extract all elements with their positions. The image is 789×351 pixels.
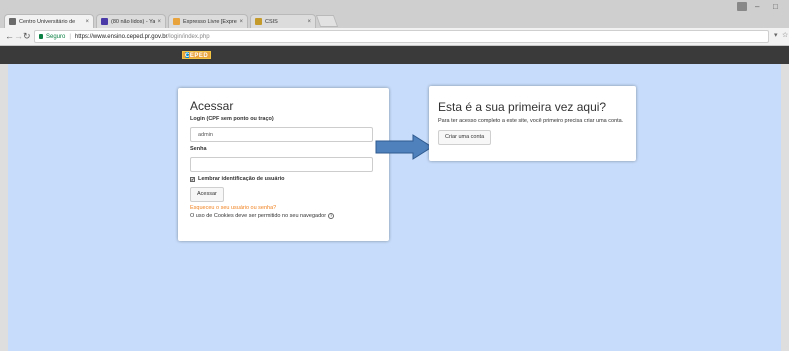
maximize-icon[interactable]: □ [773,2,778,11]
url-field[interactable]: Seguro | https://www.ensino.ceped.pr.gov… [34,30,769,43]
extension-icon[interactable]: ▾ [774,31,778,39]
username-input[interactable]: admin [190,127,373,142]
right-arrow-icon [375,134,433,160]
tab-close-icon[interactable]: × [307,19,311,25]
url-host: https://www.ensino.ceped.pr.gov.br [74,33,168,40]
tab-label: (80 não lidos) - Yahoo [111,18,156,25]
help-icon[interactable]: ? [328,213,335,219]
url-path: /login/index.php [167,33,210,40]
forgot-password-link[interactable]: Esqueceu o seu usuário ou senha? [190,205,377,211]
login-card: Acessar Login (CPF sem ponto ou traço) a… [178,88,389,241]
forward-arrow-icon[interactable]: → [14,31,23,41]
password-input[interactable] [190,157,373,172]
browser-address-bar: ← → ↻ Seguro | https://www.ensino.ceped.… [0,28,789,46]
site-header: CEPED [0,46,789,64]
browser-profile-icon[interactable] [737,2,747,11]
secure-label: Seguro [46,33,66,40]
tab-favicon-icon [101,18,108,25]
tab-favicon-icon [255,18,262,25]
login-title: Acessar [190,99,234,113]
lock-icon [39,34,43,39]
browser-tab[interactable]: (80 não lidos) - Yahoo × [96,14,166,28]
browser-tab-strip: Centro Universitário de × (80 não lidos)… [0,0,789,28]
tab-close-icon[interactable]: × [157,19,161,25]
bookmark-star-icon[interactable]: ☆ [782,31,788,39]
signup-description: Para ter acesso completo a este site, vo… [438,118,624,124]
tab-close-icon[interactable]: × [85,19,89,25]
cookies-notice-text: O uso de Cookies deve ser permitido no s… [190,213,327,219]
site-logo[interactable]: CEPED [182,51,212,59]
tab-close-icon[interactable]: × [239,19,243,25]
signup-card: Esta é a sua primeira vez aqui? Para ter… [429,86,636,161]
remember-user: ✔ Lembrar identificação de usuário [190,176,377,182]
address-separator: | [69,33,71,40]
tab-favicon-icon [173,18,180,25]
page-content: Acessar Login (CPF sem ponto ou traço) a… [8,64,781,351]
create-account-button[interactable]: Criar uma conta [438,130,492,145]
minimize-icon[interactable]: – [755,2,759,11]
browser-tab[interactable]: CSIS × [250,14,316,28]
tab-label: Expresso Livre [Expresso [183,18,237,25]
reload-icon[interactable]: ↻ [23,31,31,42]
login-button[interactable]: Acessar [190,187,224,202]
browser-tab[interactable]: Expresso Livre [Expresso × [168,14,248,28]
remember-checkbox[interactable]: ✔ [190,176,195,182]
signup-title: Esta é a sua primeira vez aqui? [438,100,607,114]
browser-tab[interactable]: Centro Universitário de × [4,14,94,28]
new-tab-button[interactable] [315,15,339,27]
tab-label: CSIS [265,18,278,25]
tab-favicon-icon [9,18,16,25]
username-label: Login (CPF sem ponto ou traço) [190,116,274,122]
back-arrow-icon[interactable]: ← [5,31,14,41]
tab-label: Centro Universitário de [19,18,76,25]
remember-label: Lembrar identificação de usuário [198,176,285,182]
password-label: Senha [190,146,207,152]
cookies-notice: O uso de Cookies deve ser permitido no s… [190,213,377,219]
